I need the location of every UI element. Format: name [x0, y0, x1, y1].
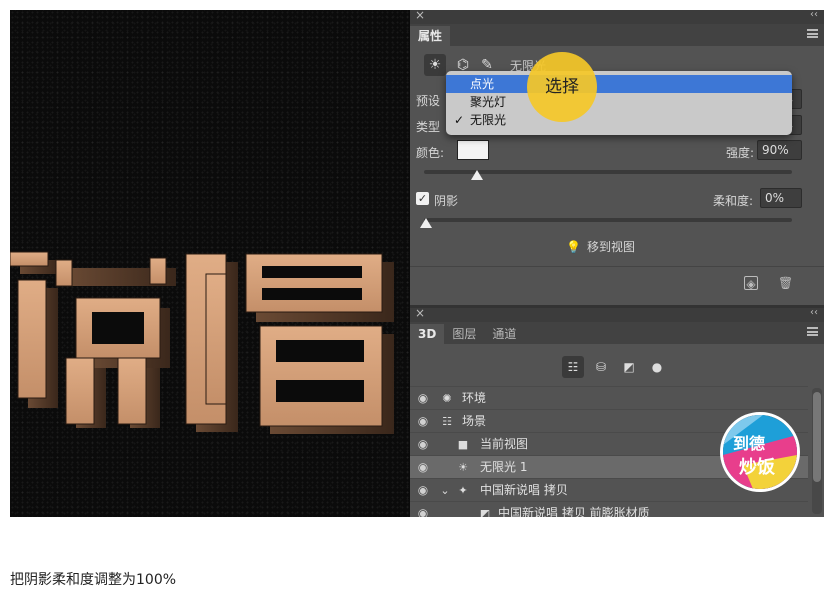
layers-scrollbar[interactable] [812, 388, 822, 514]
eye-icon[interactable]: ◉ [416, 456, 430, 479]
tab-layers[interactable]: 图层 [444, 324, 484, 344]
move-to-view-button[interactable]: 💡 移到视图 [566, 238, 635, 255]
light-bulb-move-icon: 💡 [566, 240, 581, 254]
svg-text:到德: 到德 [733, 434, 765, 453]
eye-icon[interactable]: ◉ [416, 387, 430, 410]
material-icon: ◩ [479, 507, 491, 517]
menu-item-label: 点光 [470, 77, 495, 91]
layers-tabbar: 3D 图层 通道 [410, 322, 824, 344]
watermark-logo: 到德 炒饭 [720, 412, 800, 492]
document-canvas[interactable] [10, 10, 410, 517]
menu-item-label: 聚光灯 [470, 95, 507, 109]
menu-item-infinite-light[interactable]: ✓ 无限光 [446, 111, 792, 129]
rendered-3d-text [10, 251, 394, 434]
mesh-filter-icon[interactable]: ⛁ [590, 356, 612, 378]
light-color-swatch[interactable] [457, 140, 489, 160]
eye-icon[interactable]: ◉ [416, 410, 430, 433]
scene-filter-icon[interactable]: ☷ [562, 356, 584, 378]
close-icon[interactable]: × [415, 308, 425, 320]
close-icon[interactable]: × [415, 8, 425, 22]
move-to-view-label: 移到视图 [586, 240, 635, 254]
render-icon[interactable]: ◈ [744, 276, 758, 291]
layer-front-inflation-material[interactable]: ◉ ◩ 中国新说唱 拷贝 前膨胀材质 [410, 501, 808, 517]
scene-icon: ☷ [442, 415, 452, 428]
intensity-input[interactable]: 90% [757, 140, 802, 160]
shadow-checkbox[interactable]: ✓ [416, 192, 429, 205]
tutorial-callout: 选择 [527, 52, 597, 122]
3d-layers-panel: × ‹‹ 3D 图层 通道 ☷ ⛁ ◩ ● ◉ ✺ 环境 ◉ ☷ 场景 ◉ ■ … [410, 308, 824, 517]
menu-item-label: 无限光 [470, 113, 507, 127]
type-label: 类型 [416, 120, 441, 134]
trash-icon[interactable]: 🗑 [778, 276, 793, 290]
properties-titlebar: × ‹‹ [410, 8, 824, 24]
layer-environment[interactable]: ◉ ✺ 环境 [410, 386, 808, 409]
material-filter-icon[interactable]: ◩ [618, 356, 640, 378]
instruction-caption: 把阴影柔和度调整为100% [10, 572, 177, 588]
svg-text:炒饭: 炒饭 [739, 456, 775, 478]
3d-filter-toolbar: ☷ ⛁ ◩ ● [410, 356, 824, 380]
layer-label: 中国新说唱 拷贝 前膨胀材质 [498, 506, 650, 517]
layers-titlebar: × ‹‹ [410, 308, 824, 322]
light-type-dropdown-menu: 点光 聚光灯 ✓ 无限光 [446, 71, 792, 135]
softness-input[interactable]: 0% [760, 188, 802, 208]
eye-icon[interactable]: ◉ [416, 502, 430, 517]
eye-icon[interactable]: ◉ [416, 433, 430, 456]
chevron-down-icon[interactable]: ⌄ [438, 479, 452, 502]
mesh-icon: ✦ [458, 484, 468, 497]
shadow-label: 阴影 [434, 194, 459, 208]
light-sun-icon: ☀ [458, 461, 468, 474]
layer-label: 无限光 1 [480, 460, 528, 474]
light-sun-icon[interactable]: ☀ [424, 54, 446, 76]
menu-item-spot-light[interactable]: 聚光灯 [446, 93, 792, 111]
properties-tabbar: 属性 [410, 24, 824, 46]
tab-3d[interactable]: 3D [410, 324, 445, 344]
properties-panel: × ‹‹ 属性 ☀ ⌬ ✎ 无限光 预设 ⌄ 类型 ⌄ 颜色: 强度: 90% … [410, 8, 824, 305]
layer-label: 场景 [462, 414, 487, 428]
camera-icon: ■ [457, 438, 469, 451]
layer-label: 环境 [462, 391, 487, 405]
layer-label: 中国新说唱 拷贝 [480, 483, 568, 497]
menu-item-point-light[interactable]: 点光 [446, 75, 792, 93]
tab-channels[interactable]: 通道 [484, 324, 524, 344]
softness-slider-thumb[interactable] [420, 218, 432, 228]
color-label: 颜色: [416, 146, 445, 160]
softness-slider-track[interactable] [424, 218, 792, 222]
collapse-panel-icon[interactable]: ‹‹ [810, 308, 818, 318]
eye-icon[interactable]: ◉ [416, 479, 430, 502]
softness-label: 柔和度: [713, 194, 754, 208]
panel-menu-icon[interactable] [807, 327, 818, 336]
light-filter-icon[interactable]: ● [646, 356, 668, 378]
intensity-label: 强度: [726, 146, 755, 160]
intensity-slider-thumb[interactable] [470, 170, 483, 180]
layer-label: 当前视图 [480, 437, 529, 451]
scrollbar-thumb[interactable] [813, 392, 821, 482]
panel-menu-icon[interactable] [807, 29, 818, 38]
tab-properties[interactable]: 属性 [410, 26, 451, 46]
checkmark-icon: ✓ [454, 113, 465, 127]
panel-divider [410, 266, 824, 267]
environment-icon: ✺ [442, 392, 452, 405]
collapse-panel-icon[interactable]: ‹‹ [810, 9, 818, 20]
preset-label: 预设 [416, 94, 441, 108]
